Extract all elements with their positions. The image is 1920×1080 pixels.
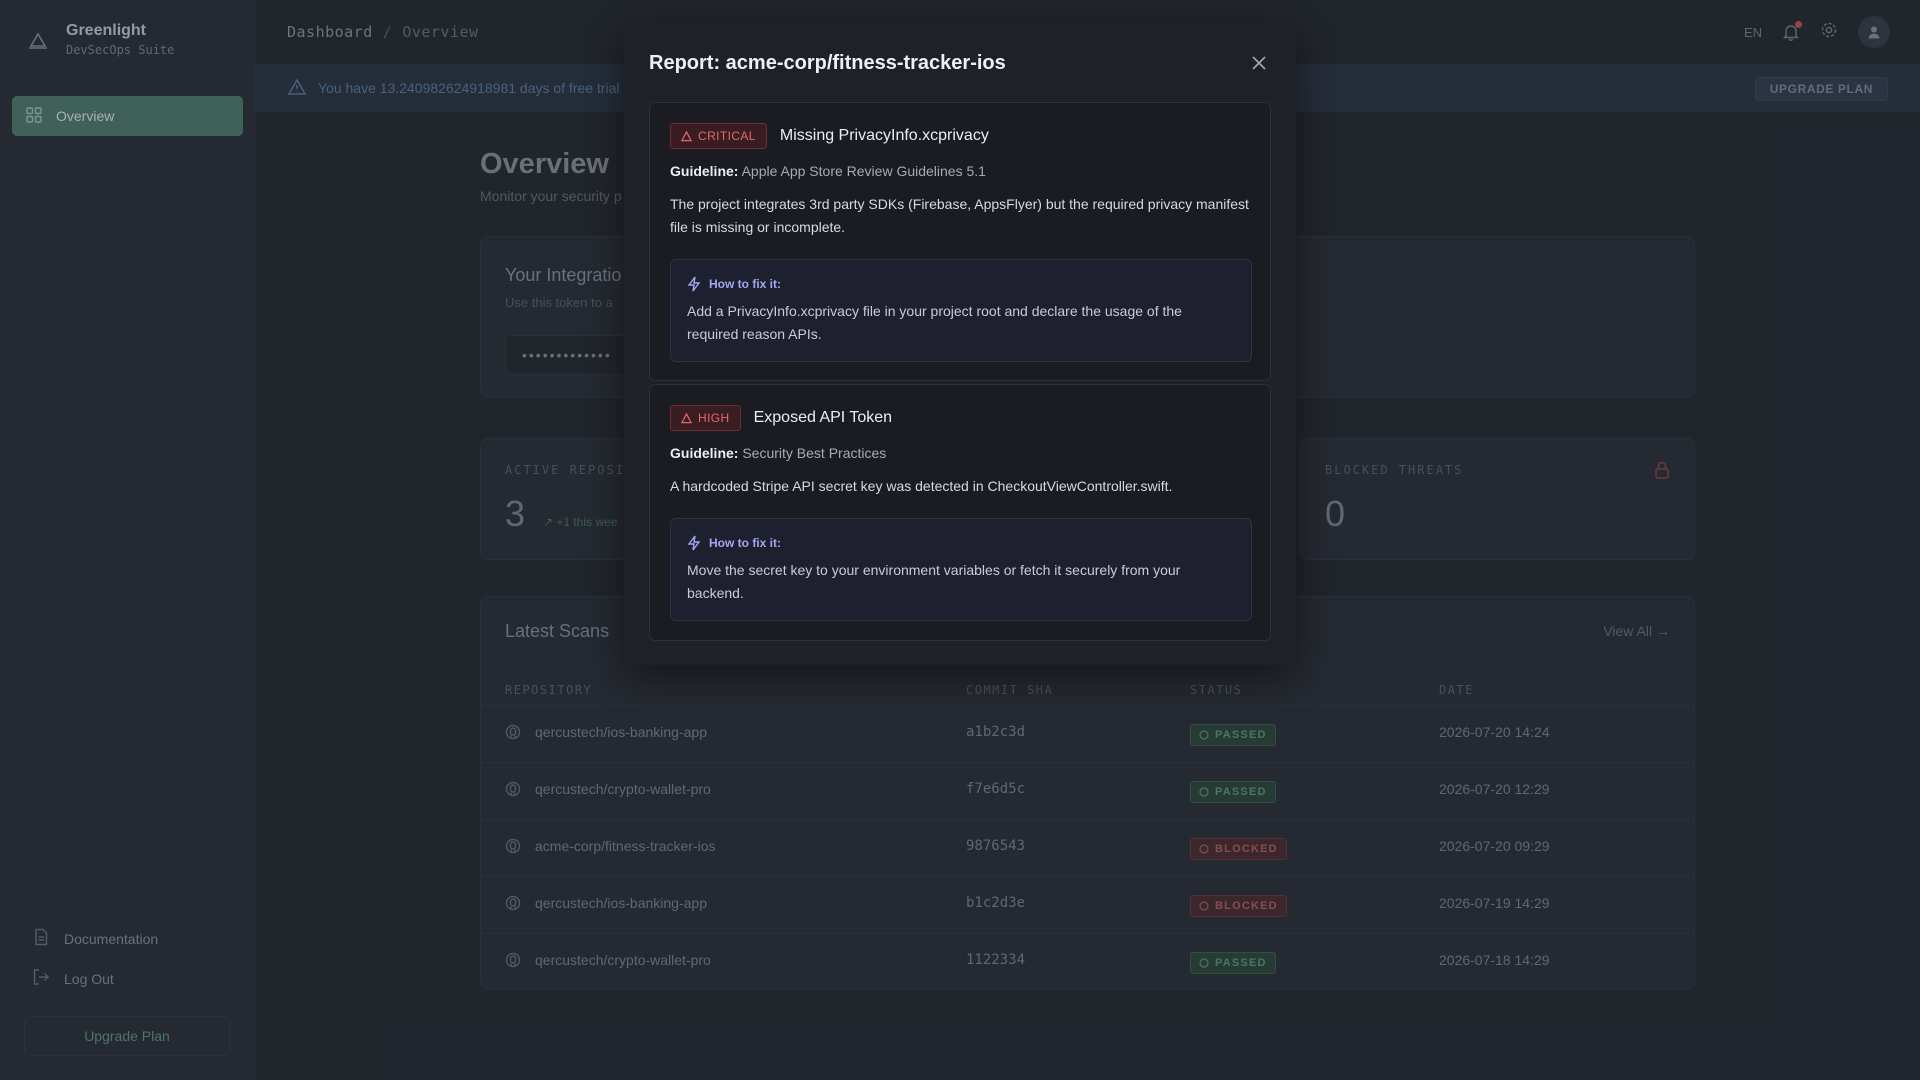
issue-guideline: Guideline: Security Best Practices (670, 445, 887, 461)
warning-icon (681, 130, 692, 141)
fix-box: How to fix it: Move the secret key to yo… (670, 518, 1252, 621)
modal-title: Report: acme-corp/fitness-tracker-ios (649, 52, 1006, 74)
issue-description: The project integrates 3rd party SDKs (F… (670, 196, 1249, 235)
fix-header: How to fix it: (687, 276, 781, 292)
report-modal: Report: acme-corp/fitness-tracker-ios CR… (624, 24, 1296, 665)
bolt-icon (687, 535, 701, 551)
issue-card-high: HIGH Exposed API Token Guideline: Securi… (649, 384, 1271, 641)
fix-header: How to fix it: (687, 535, 781, 551)
issue-title: Missing PrivacyInfo.xcprivacy (779, 127, 989, 144)
fix-text: Move the secret key to your environment … (687, 562, 1181, 601)
severity-badge: HIGH (670, 405, 741, 431)
issue-card-critical: CRITICAL Missing PrivacyInfo.xcprivacy G… (649, 102, 1271, 381)
warning-icon (681, 412, 692, 423)
issue-guideline: Guideline: Apple App Store Review Guidel… (670, 163, 986, 179)
issue-header: CRITICAL Missing PrivacyInfo.xcprivacy (670, 123, 989, 149)
severity-badge: CRITICAL (670, 123, 767, 149)
fix-box: How to fix it: Add a PrivacyInfo.xcpriva… (670, 259, 1252, 362)
issue-description: A hardcoded Stripe API secret key was de… (670, 478, 1173, 494)
close-icon[interactable] (1248, 52, 1270, 74)
fix-text: Add a PrivacyInfo.xcprivacy file in your… (687, 303, 1182, 342)
issue-title: Exposed API Token (753, 409, 893, 426)
issue-header: HIGH Exposed API Token (670, 405, 892, 431)
bolt-icon (687, 276, 701, 292)
